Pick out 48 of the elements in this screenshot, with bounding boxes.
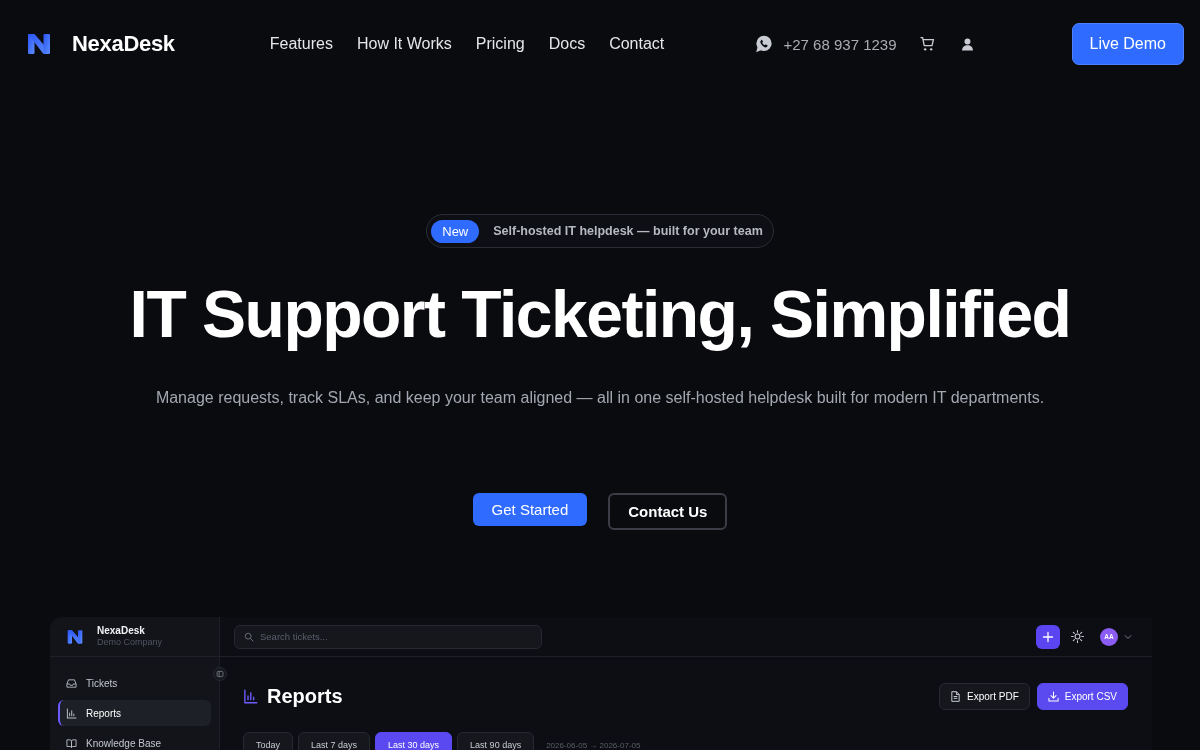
bar-chart-icon [243,689,258,704]
phone-number: +27 68 937 1239 [783,35,897,53]
download-icon [1047,691,1059,702]
search-field[interactable]: Search tickets... [234,624,542,649]
export-csv-button[interactable]: Export CSV [1036,683,1128,710]
nav-link[interactable]: Features [269,35,333,53]
theme-toggle-button[interactable] [1071,630,1084,643]
date-range-tab[interactable]: Last 30 days [375,732,453,750]
nav-link[interactable]: Pricing [475,35,525,53]
new-tag: New [431,219,480,243]
sidebar-item[interactable]: Reports [58,700,211,726]
sun-icon [1071,630,1084,643]
chevron-down-icon [1124,632,1132,641]
inbox-icon [66,677,77,689]
announcement-text: Self-hosted IT helpdesk — built for your team [493,224,763,238]
contact-button[interactable]: Contact Us [608,493,728,530]
sidebar-item[interactable]: Tickets [58,670,211,696]
logo-icon [67,628,83,645]
company-name: Demo Company [97,637,163,648]
new-ticket-button[interactable] [1036,624,1060,649]
nav-link[interactable]: How It Works [356,35,452,53]
date-range-tab[interactable]: Last 7 days [298,732,371,750]
hero-title: IT Support Ticketing, Simplified [129,276,1071,352]
live-demo-button[interactable]: Live Demo [1071,23,1184,65]
nav-link[interactable]: Contact [609,35,665,53]
plus-icon [1042,630,1054,643]
search-icon [244,631,254,642]
export-pdf-button[interactable]: Export PDF [939,683,1030,710]
cart-icon [918,36,936,52]
hero-subtitle: Manage requests, track SLAs, and keep your team aligned — all in one self-hosted helpdesk built for modern IT departments. [155,388,1045,408]
user-icon [960,37,974,51]
account-button[interactable] [960,37,974,51]
app-brand-name: NexaDesk [97,625,146,637]
bar-chart-icon [66,707,77,719]
date-range-text: 2026-06-05 → 2026-07-05 [546,740,641,750]
logo-icon [27,32,51,56]
nav-link[interactable]: Docs [548,35,586,53]
date-range-tab[interactable]: Last 90 days [457,732,535,750]
get-started-button[interactable]: Get Started [472,493,588,526]
brand-name: NexaDesk [72,31,175,57]
date-range-tab[interactable]: Today [243,732,294,750]
sidebar-item[interactable]: Knowledge Base [58,730,211,750]
chat-phone-icon [755,35,774,53]
book-icon [66,737,77,749]
collapse-sidebar-button[interactable] [213,667,227,681]
document-icon [950,691,962,702]
page-title: Reports [267,685,343,708]
cart-button[interactable] [918,36,936,52]
